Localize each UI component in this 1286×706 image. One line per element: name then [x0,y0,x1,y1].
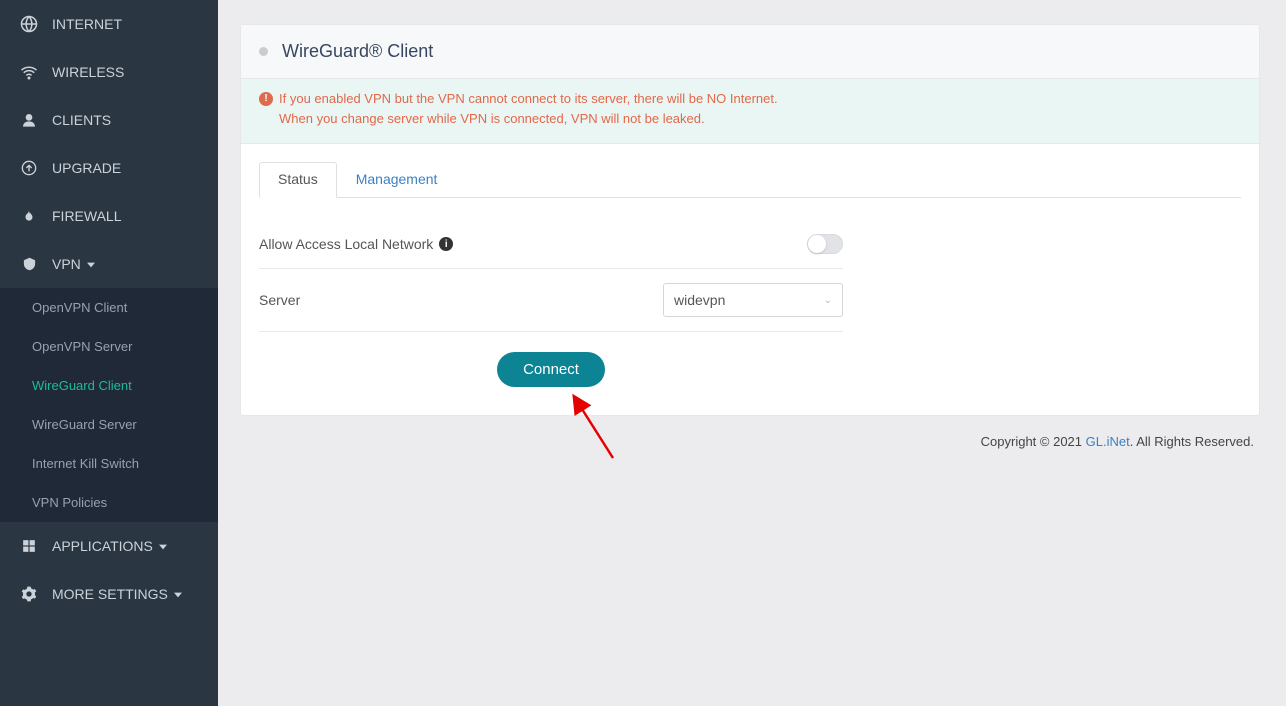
main-content: WireGuard® Client ! If you enabled VPN b… [218,0,1286,706]
allow-local-label: Allow Access Local Network [259,236,433,252]
footer: Copyright © 2021 GL.iNet. All Rights Res… [240,416,1260,467]
server-value: widevpn [674,292,725,308]
upload-icon [20,159,38,177]
allow-local-row: Allow Access Local Network i [259,220,843,269]
footer-link[interactable]: GL.iNet [1086,434,1130,449]
nav-upgrade[interactable]: UPGRADE [0,144,218,192]
nav-more-settings[interactable]: MORE SETTINGS [0,570,218,618]
nav-vpn[interactable]: VPN [0,240,218,288]
toggle-knob [808,235,826,253]
nav-label: CLIENTS [52,112,111,128]
allow-local-toggle[interactable] [807,234,843,254]
sub-wireguard-server[interactable]: WireGuard Server [0,405,218,444]
nav-label: MORE SETTINGS [52,586,168,602]
wireguard-panel: WireGuard® Client ! If you enabled VPN b… [240,24,1260,416]
server-label: Server [259,292,300,308]
panel-header: WireGuard® Client [241,25,1259,79]
nav-wireless[interactable]: WIRELESS [0,48,218,96]
grid-icon [20,537,38,555]
sub-wireguard-client[interactable]: WireGuard Client [0,366,218,405]
wifi-icon [20,63,38,81]
server-row: Server widevpn ⌄ [259,269,843,332]
sub-openvpn-client[interactable]: OpenVPN Client [0,288,218,327]
nav-clients[interactable]: CLIENTS [0,96,218,144]
tab-management[interactable]: Management [337,162,457,198]
tab-bar: Status Management [259,162,1241,198]
nav-label: VPN [52,256,81,272]
nav-internet[interactable]: INTERNET [0,0,218,48]
alert-text-2: When you change server while VPN is conn… [259,109,1241,129]
user-icon [20,111,38,129]
copyright-suffix: . All Rights Reserved. [1130,434,1254,449]
nav-label: UPGRADE [52,160,121,176]
warning-icon: ! [259,92,273,106]
panel-body: Status Management Allow Access Local Net… [241,144,1259,415]
connect-button[interactable]: Connect [497,352,605,387]
nav-applications[interactable]: APPLICATIONS [0,522,218,570]
status-form: Allow Access Local Network i Server wide… [259,220,843,397]
tab-status[interactable]: Status [259,162,337,198]
info-icon[interactable]: i [439,237,453,251]
shield-icon [20,255,38,273]
sub-vpn-policies[interactable]: VPN Policies [0,483,218,522]
nav-firewall[interactable]: FIREWALL [0,192,218,240]
page-title: WireGuard® Client [282,41,433,62]
chevron-down-icon: ⌄ [824,295,832,306]
caret-down-icon [87,256,95,272]
status-dot-icon [259,47,268,56]
nav-label: WIRELESS [52,64,124,80]
caret-down-icon [159,538,167,554]
globe-icon [20,15,38,33]
gear-icon [20,585,38,603]
sub-internet-kill-switch[interactable]: Internet Kill Switch [0,444,218,483]
nav-label: FIREWALL [52,208,122,224]
sidebar: INTERNET WIRELESS CLIENTS UPGRADE FIREWA… [0,0,218,706]
server-select[interactable]: widevpn ⌄ [663,283,843,317]
alert-text-1: If you enabled VPN but the VPN cannot co… [279,89,778,109]
sub-openvpn-server[interactable]: OpenVPN Server [0,327,218,366]
nav-label: INTERNET [52,16,122,32]
vpn-submenu: OpenVPN Client OpenVPN Server WireGuard … [0,288,218,522]
copyright-prefix: Copyright © 2021 [981,434,1086,449]
nav-label: APPLICATIONS [52,538,153,554]
flame-icon [20,207,38,225]
warning-alert: ! If you enabled VPN but the VPN cannot … [241,79,1259,144]
caret-down-icon [174,586,182,602]
